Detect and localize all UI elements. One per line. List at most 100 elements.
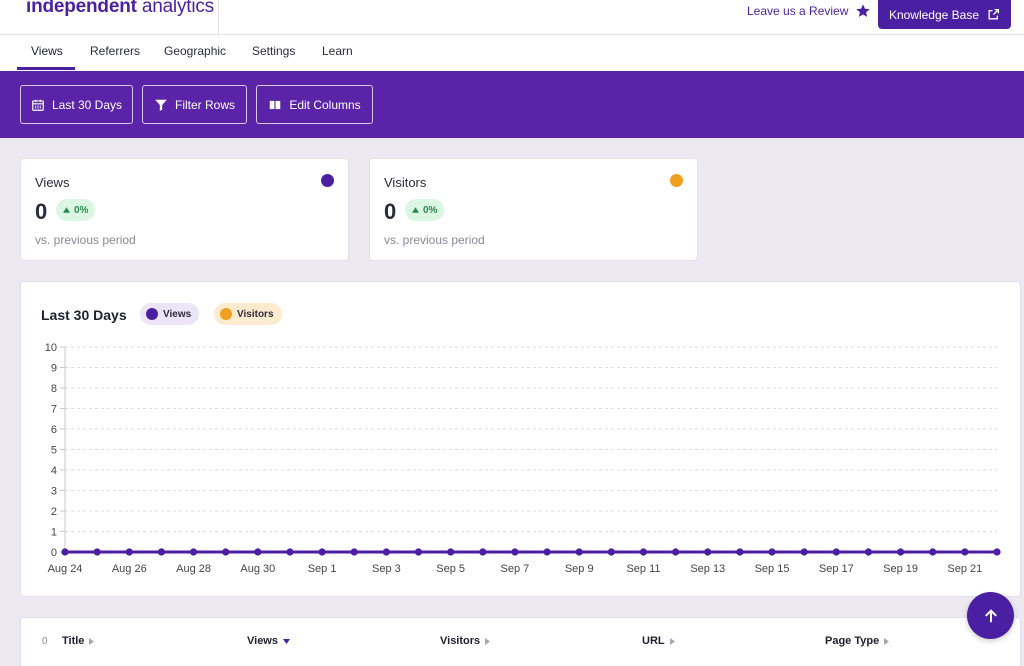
star-icon bbox=[856, 4, 871, 17]
triangle-up-icon bbox=[412, 207, 419, 213]
sort-caret-icon bbox=[89, 637, 95, 645]
data-point-views bbox=[896, 548, 905, 556]
data-point-views bbox=[639, 548, 648, 556]
data-point-views bbox=[350, 548, 358, 556]
column-header-label: Visitors bbox=[440, 635, 481, 647]
data-point-views bbox=[318, 548, 326, 556]
report-toolbar: Last 30 Days Filter Rows Edit Columns bbox=[0, 71, 1024, 138]
x-tick-label: Aug 24 bbox=[48, 563, 83, 575]
leave-review-link[interactable]: Leave us a Review bbox=[747, 3, 871, 19]
data-point-views bbox=[543, 548, 551, 556]
date-range-button[interactable]: Last 30 Days bbox=[20, 85, 133, 124]
triangle-up-icon bbox=[63, 207, 70, 213]
tab-views[interactable]: Views bbox=[31, 44, 63, 58]
stat-label: Visitors bbox=[384, 175, 427, 190]
x-tick-label: Sep 19 bbox=[883, 563, 918, 575]
arrow-up-icon bbox=[984, 609, 997, 622]
data-point-views bbox=[479, 548, 487, 556]
scroll-to-top-button[interactable] bbox=[967, 592, 1014, 639]
data-point-views bbox=[832, 548, 840, 556]
filter-rows-button[interactable]: Filter Rows bbox=[142, 85, 247, 124]
visitors-stat-card: Visitors 0 0% vs. previous period bbox=[369, 158, 698, 261]
data-table: 0 Title Views Visitors URL Page Type bbox=[20, 617, 1021, 666]
logo-text-bold: independent bbox=[26, 0, 137, 17]
views-stat-card: Views 0 0% vs. previous period bbox=[20, 158, 349, 261]
columns-icon bbox=[270, 100, 281, 109]
change-badge: 0% bbox=[56, 199, 96, 221]
x-tick-label: Sep 11 bbox=[626, 563, 660, 575]
column-header-label: Title bbox=[62, 635, 85, 647]
edit-columns-label: Edit Columns bbox=[289, 97, 361, 112]
change-badge: 0% bbox=[405, 199, 445, 221]
y-tick-label: 9 bbox=[51, 363, 57, 375]
data-point-views bbox=[157, 548, 166, 556]
nav-tabs: Views Referrers Geographic Settings Lear… bbox=[0, 35, 1024, 71]
x-tick-label: Aug 26 bbox=[112, 563, 147, 575]
compare-text: vs. previous period bbox=[384, 233, 485, 247]
sort-caret-icon bbox=[485, 637, 491, 645]
data-point-views bbox=[447, 548, 455, 556]
data-point-views bbox=[929, 548, 937, 556]
row-count: 0 bbox=[42, 636, 48, 647]
x-tick-label: Sep 13 bbox=[690, 563, 725, 575]
chart-card: Last 30 Days Views Visitors 0 1 2 3 4 5 6 7 8 9 10… bbox=[20, 281, 1021, 597]
y-tick-label: 2 bbox=[51, 506, 57, 518]
sort-desc-icon bbox=[283, 638, 290, 644]
active-tab-indicator bbox=[17, 67, 75, 70]
top-header: independent analytics Leave us a Review … bbox=[0, 0, 1024, 35]
column-header-views[interactable]: Views bbox=[247, 635, 290, 647]
compare-text: vs. previous period bbox=[35, 233, 136, 247]
sort-caret-icon bbox=[884, 637, 890, 645]
knowledge-base-button[interactable]: Knowledge Base bbox=[878, 0, 1011, 29]
edit-columns-button[interactable]: Edit Columns bbox=[256, 85, 373, 124]
x-tick-label: Sep 3 bbox=[372, 563, 401, 575]
column-header-visitors[interactable]: Visitors bbox=[440, 635, 491, 647]
data-point-views bbox=[768, 548, 776, 556]
data-point-views bbox=[189, 548, 198, 556]
calendar-icon bbox=[32, 99, 44, 111]
app-logo[interactable]: independent analytics bbox=[26, 0, 214, 18]
column-header-label: Views bbox=[247, 635, 278, 647]
filter-rows-label: Filter Rows bbox=[174, 97, 235, 112]
data-point-views bbox=[575, 548, 583, 556]
column-header-label: URL bbox=[642, 635, 665, 647]
logo-text-light: analytics bbox=[136, 0, 214, 17]
data-point-views bbox=[736, 548, 744, 556]
kb-button-label: Knowledge Base bbox=[888, 7, 980, 22]
sort-caret-icon bbox=[669, 637, 675, 645]
line-chart: 0 1 2 3 4 5 6 7 8 9 10 Aug 24 Aug 26 Aug 28 Aug 30 Sep … bbox=[45, 342, 1001, 575]
data-point-views bbox=[125, 548, 133, 556]
views-color-dot bbox=[321, 174, 334, 187]
date-range-label: Last 30 Days bbox=[51, 97, 123, 112]
funnel-icon bbox=[155, 99, 167, 111]
data-point-views bbox=[254, 548, 262, 556]
y-tick-label: 5 bbox=[51, 445, 57, 457]
y-tick-label: 7 bbox=[51, 404, 57, 416]
x-tick-label: Sep 21 bbox=[947, 563, 982, 575]
y-tick-label: 6 bbox=[51, 424, 57, 436]
data-point-views bbox=[607, 548, 615, 556]
tab-settings[interactable]: Settings bbox=[252, 44, 295, 58]
data-point-views bbox=[800, 548, 808, 556]
tab-learn[interactable]: Learn bbox=[322, 44, 353, 58]
x-tick-label: Sep 17 bbox=[819, 563, 854, 575]
y-tick-label: 1 bbox=[51, 527, 57, 539]
review-link-label: Leave us a Review bbox=[747, 4, 849, 18]
data-point-views bbox=[286, 548, 294, 556]
data-point-views bbox=[511, 548, 519, 556]
x-tick-label: Sep 15 bbox=[755, 563, 790, 575]
tab-referrers[interactable]: Referrers bbox=[90, 44, 140, 58]
x-tick-label: Sep 5 bbox=[436, 563, 465, 575]
stat-value: 0 bbox=[384, 199, 397, 224]
stat-value: 0 bbox=[35, 199, 48, 224]
header-divider bbox=[218, 0, 219, 35]
column-header-url[interactable]: URL bbox=[642, 635, 675, 647]
column-header-page-type[interactable]: Page Type bbox=[825, 635, 890, 647]
column-header-title[interactable]: Title bbox=[62, 635, 95, 647]
data-point-views bbox=[864, 548, 873, 556]
column-header-label: Page Type bbox=[825, 635, 880, 647]
data-point-views bbox=[704, 548, 712, 556]
tab-geographic[interactable]: Geographic bbox=[164, 44, 226, 58]
x-tick-label: Aug 28 bbox=[176, 563, 211, 575]
external-link-icon bbox=[988, 8, 1000, 20]
